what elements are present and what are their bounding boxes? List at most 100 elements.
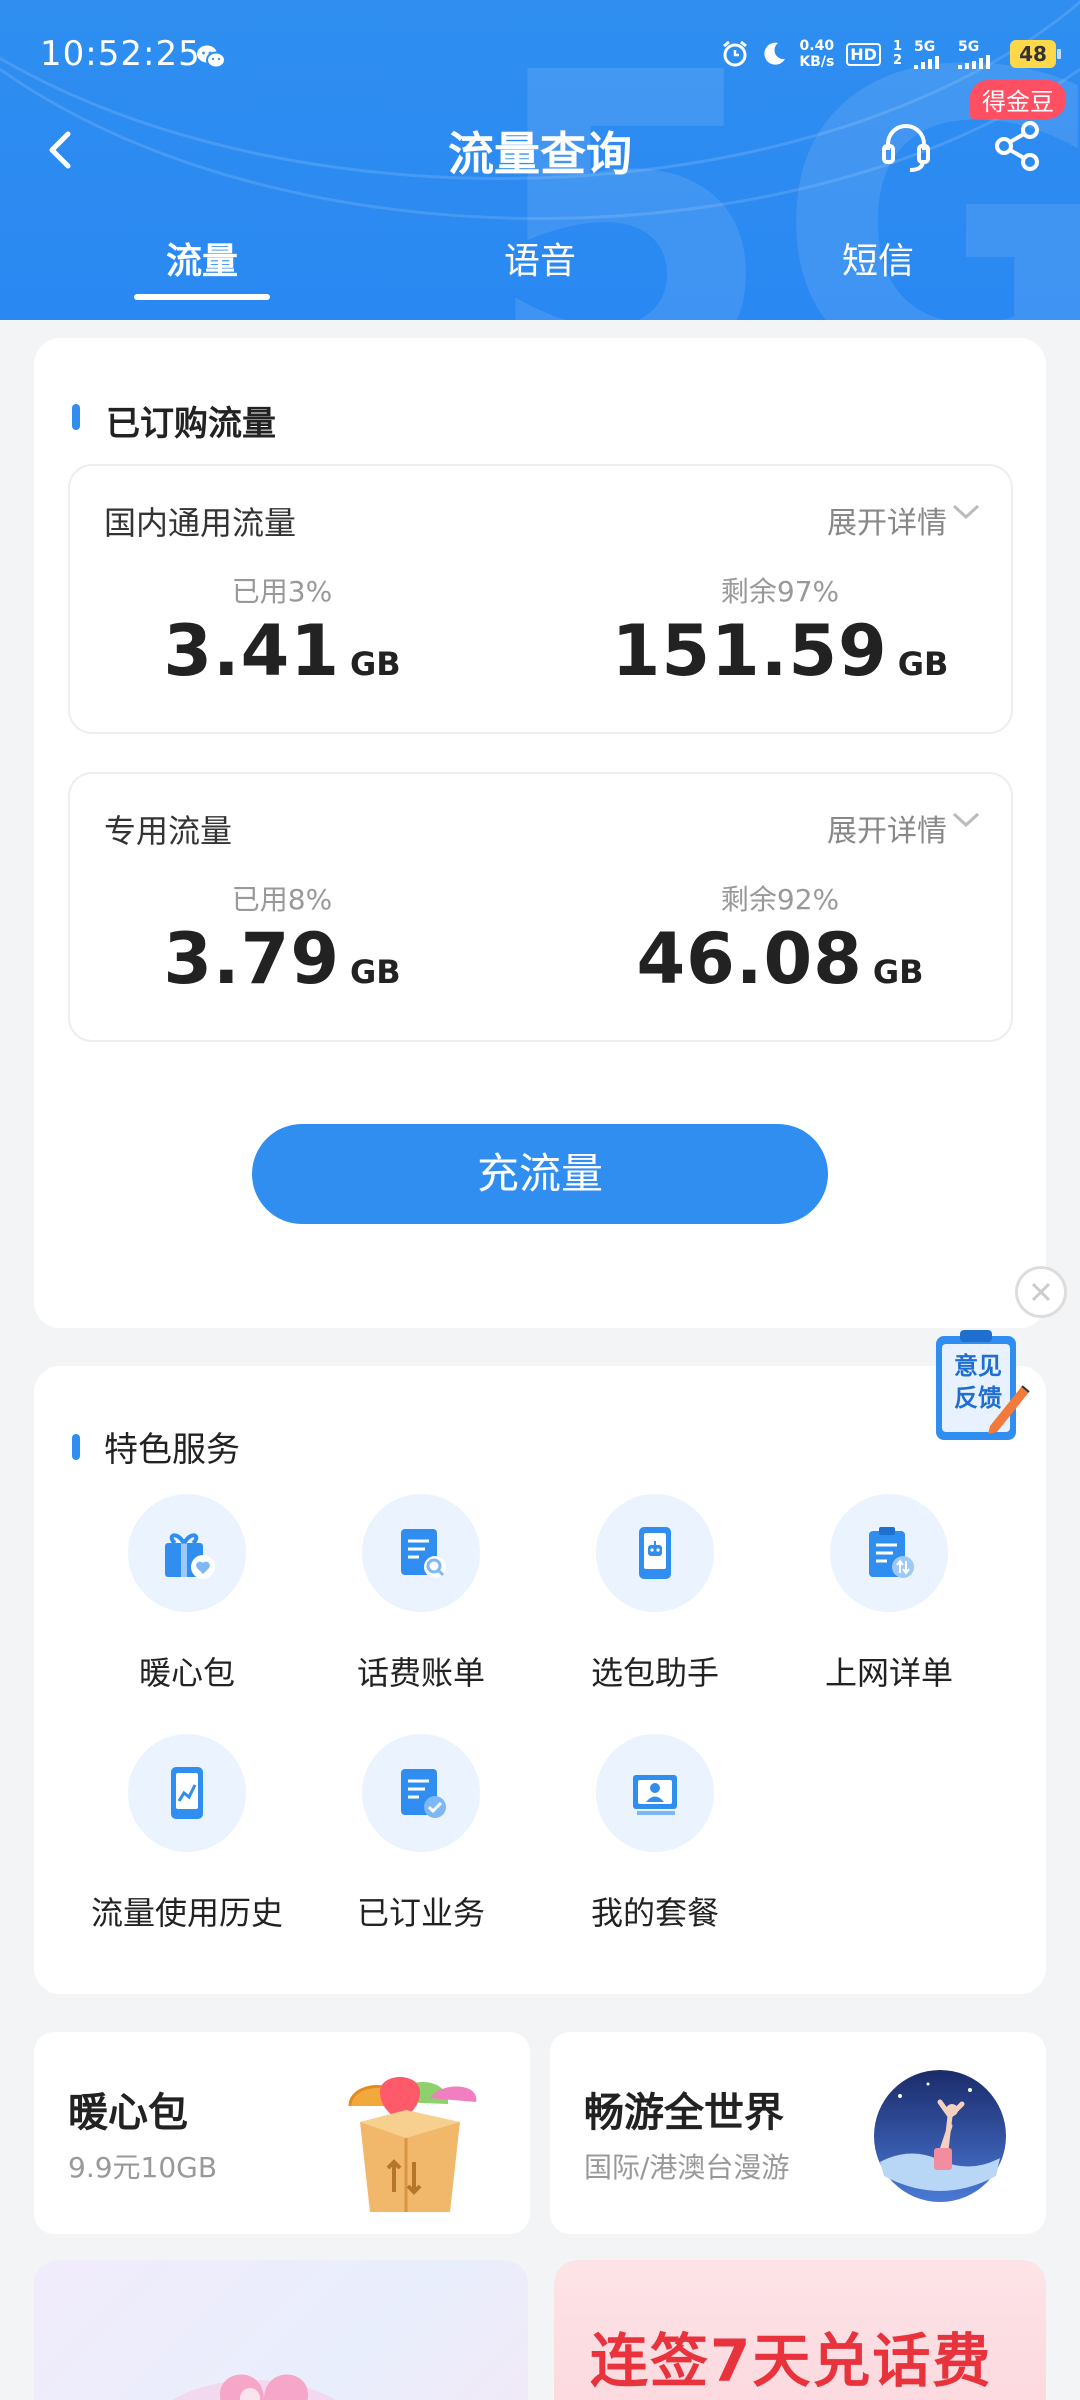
service-icon-circle bbox=[362, 1494, 480, 1612]
close-icon bbox=[1031, 1282, 1051, 1302]
net-speed-value: 0.40 bbox=[799, 38, 835, 54]
battery-indicator: 48 bbox=[1010, 40, 1061, 68]
promo-subtitle: 9.9元10GB bbox=[68, 2151, 218, 2184]
services-section-title: 特色服务 bbox=[104, 1430, 240, 1470]
expand-details-link[interactable]: 展开详情 bbox=[827, 498, 947, 542]
gold-bean-badge[interactable]: 得金豆 bbox=[970, 80, 1066, 119]
remaining-unit: GB bbox=[897, 645, 949, 683]
net-speed-unit: KB/s bbox=[799, 54, 835, 70]
tab-sms[interactable]: 短信 bbox=[808, 232, 948, 284]
service-icon-circle bbox=[596, 1494, 714, 1612]
status-bar: 10:52:25 0.40 KB/s HD 12 5G 5G 48 bbox=[0, 0, 1080, 110]
signal-1: 5G bbox=[914, 39, 946, 69]
clipboard-data-icon bbox=[869, 1527, 914, 1578]
service-data-history[interactable]: 流量使用历史 bbox=[82, 1734, 292, 1934]
feedback-line2: 反馈 bbox=[954, 1384, 1002, 1412]
service-label: 我的套餐 bbox=[590, 1894, 719, 1932]
chevron-down-icon bbox=[952, 504, 980, 520]
remaining-unit: GB bbox=[872, 953, 924, 991]
heart-balloon-icon bbox=[172, 2374, 336, 2400]
dedicated-data-box: 专用流量 展开详情 已用8% 3.79 GB 剩余92% 46.08 GB bbox=[68, 772, 1013, 1042]
close-feedback-button[interactable] bbox=[1015, 1266, 1067, 1318]
service-label: 上网详单 bbox=[824, 1654, 953, 1692]
alarm-icon bbox=[723, 40, 748, 67]
checkin-banner-title: 连签7天兑话费 bbox=[590, 2327, 993, 2395]
banner-left[interactable] bbox=[34, 2260, 528, 2400]
network-type-1: 5G bbox=[914, 39, 936, 55]
service-phone-bill[interactable]: 话费账单 bbox=[316, 1494, 526, 1694]
net-speed: 0.40 KB/s bbox=[799, 38, 834, 70]
dedicated-used-stat: 已用8% 3.79 GB bbox=[162, 878, 402, 1000]
hd-label: HD bbox=[850, 44, 877, 64]
service-subscribed-business[interactable]: 已订业务 bbox=[316, 1734, 526, 1934]
customer-service-button[interactable] bbox=[876, 116, 936, 176]
signal-2: 5G bbox=[958, 39, 998, 69]
used-value: 3.79 bbox=[163, 918, 341, 1000]
remaining-value: 46.08 bbox=[636, 918, 863, 1000]
service-label: 话费账单 bbox=[356, 1654, 485, 1692]
section-accent bbox=[72, 404, 80, 430]
recharge-data-button[interactable]: 充流量 bbox=[252, 1124, 828, 1224]
service-label: 流量使用历史 bbox=[90, 1894, 283, 1932]
promo-subtitle: 国际/港澳台漫游 bbox=[584, 2151, 790, 2184]
share-icon bbox=[995, 121, 1039, 171]
document-check-icon bbox=[401, 1769, 446, 1818]
header: 5G 10:52:25 0.40 KB/s HD 12 5G 5G 48 流量查… bbox=[0, 0, 1080, 320]
status-time: 10:52:25 bbox=[40, 34, 201, 74]
service-my-plan[interactable]: 我的套餐 bbox=[550, 1734, 760, 1934]
phone-chart-icon bbox=[171, 1767, 203, 1819]
banner-checkin[interactable]: 连签7天兑话费 bbox=[554, 2260, 1046, 2400]
service-warm-pack[interactable]: 暖心包 bbox=[82, 1494, 292, 1694]
signal-icon bbox=[958, 55, 990, 69]
promo-warm-pack-card[interactable]: 暖心包 9.9元10GB bbox=[34, 2032, 530, 2234]
used-value: 3.41 bbox=[163, 610, 341, 692]
travel-globe-icon bbox=[874, 2070, 1006, 2202]
signal-icon bbox=[914, 56, 939, 69]
gift-box-icon bbox=[348, 2077, 477, 2212]
feedback-line1: 意见 bbox=[954, 1352, 1002, 1380]
domestic-remaining-stat: 剩余97% 151.59 GB bbox=[610, 570, 950, 692]
bill-search-icon bbox=[401, 1529, 446, 1578]
status-icons: 0.40 KB/s HD 12 5G 5G 48 bbox=[721, 38, 1061, 70]
sim-slots: 12 bbox=[893, 40, 902, 68]
headset-icon bbox=[882, 124, 930, 172]
profile-card-icon bbox=[633, 1775, 677, 1815]
remaining-percent-label: 剩余92% bbox=[720, 883, 840, 916]
service-icon-circle bbox=[362, 1734, 480, 1852]
service-icon-circle bbox=[128, 1494, 246, 1612]
dedicated-data-title: 专用流量 bbox=[104, 812, 233, 850]
domestic-used-stat: 已用3% 3.41 GB bbox=[162, 570, 402, 692]
tab-data[interactable]: 流量 bbox=[134, 232, 270, 284]
nav-bar: 流量查询 bbox=[0, 110, 1080, 210]
share-button[interactable] bbox=[990, 118, 1046, 174]
service-plan-assistant[interactable]: 选包助手 bbox=[550, 1494, 760, 1694]
used-unit: GB bbox=[350, 953, 401, 991]
subscribed-section-title: 已订购流量 bbox=[106, 404, 276, 444]
promo-title: 暖心包 bbox=[68, 2090, 188, 2136]
feedback-button[interactable]: 意见 反馈 bbox=[930, 1326, 1030, 1446]
used-percent-label: 已用3% bbox=[231, 575, 333, 608]
sim1-label: 1 bbox=[892, 39, 902, 54]
dedicated-remaining-stat: 剩余92% 46.08 GB bbox=[610, 878, 950, 1000]
tab-bar: 流量 语音 短信 bbox=[0, 232, 1080, 312]
domestic-data-box: 国内通用流量 展开详情 已用3% 3.41 GB 剩余97% 151.59 GB bbox=[68, 464, 1013, 734]
gift-icon bbox=[165, 1533, 215, 1579]
service-internet-details[interactable]: 上网详单 bbox=[784, 1494, 994, 1694]
section-accent bbox=[72, 1434, 80, 1460]
tab-voice[interactable]: 语音 bbox=[470, 232, 610, 284]
used-percent-label: 已用8% bbox=[231, 883, 333, 916]
domestic-data-title: 国内通用流量 bbox=[104, 504, 297, 542]
sim2-label: 2 bbox=[892, 53, 902, 68]
chevron-down-icon bbox=[952, 812, 980, 828]
promo-roaming-card[interactable]: 畅游全世界 国际/港澳台漫游 bbox=[550, 2032, 1046, 2234]
service-label: 选包助手 bbox=[590, 1654, 719, 1692]
tab-active-indicator bbox=[134, 294, 270, 300]
moon-icon bbox=[764, 42, 786, 65]
remaining-percent-label: 剩余97% bbox=[720, 575, 840, 608]
expand-details-link[interactable]: 展开详情 bbox=[827, 806, 947, 850]
service-label: 暖心包 bbox=[138, 1654, 235, 1692]
network-type-2: 5G bbox=[958, 39, 980, 55]
services-card: 特色服务 暖心包 话费账单 选包助手 上网详单 流量使用历史 已订业务 我的套餐 bbox=[34, 1366, 1046, 1994]
service-icon-circle bbox=[830, 1494, 948, 1612]
wechat-icon bbox=[196, 44, 226, 74]
